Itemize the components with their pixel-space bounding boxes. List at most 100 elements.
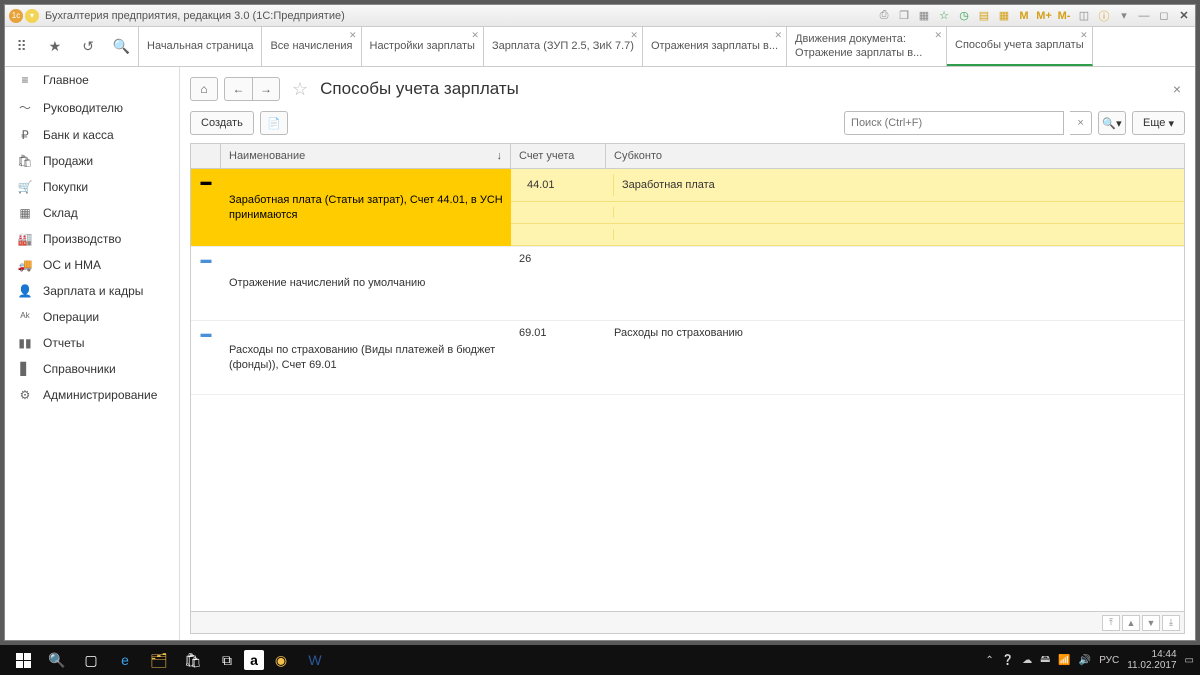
tb-info-icon[interactable]: ⓘ: [1097, 9, 1111, 23]
app-a-icon[interactable]: a: [244, 650, 264, 670]
tb-info-drop[interactable]: ▾: [1117, 9, 1131, 23]
tab-doc-movements[interactable]: Движения документа: Отражение зарплаты в…: [787, 27, 947, 66]
tb-cal-icon[interactable]: ▦: [997, 9, 1011, 23]
minimize-icon[interactable]: —: [1137, 9, 1151, 23]
tab-close-icon[interactable]: ✕: [1080, 30, 1088, 41]
taskview-icon[interactable]: ▢: [74, 645, 108, 675]
tab-close-icon[interactable]: ✕: [934, 30, 942, 41]
col-account[interactable]: Счет учета: [511, 144, 606, 168]
col-name[interactable]: Наименование↓: [221, 144, 511, 168]
sidebar-item-assets[interactable]: 🚚ОС и НМА: [5, 252, 179, 278]
tab-close-icon[interactable]: ✕: [630, 30, 638, 41]
explorer-icon[interactable]: 🗂: [142, 645, 176, 675]
lang-indicator[interactable]: РУС: [1099, 655, 1119, 666]
tb-icon-print[interactable]: ⎙: [877, 9, 891, 23]
table-body: ▬ Заработная плата (Статьи затрат), Счет…: [191, 169, 1184, 611]
clock[interactable]: 14:44 11.02.2017: [1127, 649, 1176, 671]
tb-clock-icon[interactable]: ◷: [957, 9, 971, 23]
tray-up-icon[interactable]: ⌃: [985, 655, 993, 666]
store-icon[interactable]: 🛍: [176, 645, 210, 675]
tab-reflections[interactable]: Отражения зарплаты в...✕: [643, 27, 787, 66]
scroll-bottom-icon[interactable]: ⤓: [1162, 615, 1180, 631]
sidebar: ≡Главное 〜Руководителю ₽Банк и касса 🛍Пр…: [5, 67, 180, 640]
volume-icon[interactable]: 🔊: [1079, 655, 1091, 666]
app-icon-dropdown[interactable]: ▾: [25, 9, 39, 23]
tb-m-icon[interactable]: M: [1017, 9, 1031, 23]
sidebar-item-purchases[interactable]: 🛒Покупки: [5, 174, 179, 200]
scroll-up-icon[interactable]: ▲: [1122, 615, 1140, 631]
sidebar-label: Администрирование: [43, 388, 157, 402]
tb-mplus-icon[interactable]: M+: [1037, 9, 1051, 23]
favorite-icon[interactable]: ★: [46, 38, 64, 55]
sidebar-item-hr[interactable]: 👤 Зарплата и кадры: [5, 278, 179, 304]
sidebar-item-sales[interactable]: 🛍Продажи: [5, 148, 179, 174]
sidebar-label: Справочники: [43, 362, 116, 376]
tab-close-icon[interactable]: ✕: [349, 30, 357, 41]
back-button[interactable]: ←: [224, 77, 252, 101]
notifications-icon[interactable]: ▭: [1185, 655, 1194, 666]
scroll-top-icon[interactable]: ⤒: [1102, 615, 1120, 631]
maximize-icon[interactable]: ◻: [1157, 9, 1171, 23]
home-button[interactable]: ⌂: [190, 77, 218, 101]
tab-close-icon[interactable]: ✕: [774, 30, 782, 41]
page-close-icon[interactable]: ×: [1169, 81, 1185, 97]
help-icon[interactable]: ❔: [1002, 655, 1014, 666]
drive-icon[interactable]: 🖴: [1040, 652, 1050, 669]
tab-close-icon[interactable]: ✕: [471, 30, 479, 41]
bars-icon: ▮▮: [17, 336, 33, 350]
tab-start[interactable]: Начальная страница: [139, 27, 262, 66]
table-row[interactable]: ▬ Расходы по страхованию (Виды платежей …: [191, 321, 1184, 395]
edge-icon[interactable]: e: [108, 645, 142, 675]
tab-salary-methods[interactable]: Способы учета зарплаты✕: [947, 27, 1093, 66]
sidebar-item-operations[interactable]: ᴬᵏОперации: [5, 304, 179, 330]
forward-button[interactable]: →: [252, 77, 280, 101]
apps-icon[interactable]: ⠿: [13, 38, 31, 55]
close-icon[interactable]: ✕: [1177, 9, 1191, 23]
tab-salary-settings[interactable]: Настройки зарплаты✕: [362, 27, 484, 66]
person-icon: 👤: [17, 284, 33, 298]
search-clear-icon[interactable]: ×: [1070, 111, 1092, 135]
tb-icon-grid[interactable]: ▦: [917, 9, 931, 23]
onedrive-icon[interactable]: ☁: [1022, 655, 1032, 666]
sidebar-label: Зарплата и кадры: [43, 284, 143, 298]
create-button[interactable]: Создать: [190, 111, 254, 135]
copy-button[interactable]: 📄: [260, 111, 288, 135]
tb-star-icon[interactable]: ☆: [937, 9, 951, 23]
scroll-down-icon[interactable]: ▼: [1142, 615, 1160, 631]
sidebar-item-main[interactable]: ≡Главное: [5, 67, 179, 93]
table-row[interactable]: ▬ Отражение начислений по умолчанию 26: [191, 247, 1184, 321]
sidebar-item-catalogs[interactable]: ▋Справочники: [5, 356, 179, 382]
favorite-toggle-icon[interactable]: ☆: [292, 79, 308, 100]
col-subconto[interactable]: Субконто: [606, 144, 1184, 168]
dropbox-icon[interactable]: ⧉: [210, 645, 244, 675]
search-input[interactable]: [844, 111, 1064, 135]
network-icon[interactable]: 📶: [1058, 655, 1070, 666]
search-taskbar-icon[interactable]: 🔍: [40, 645, 74, 675]
more-button[interactable]: Еще ▾: [1132, 111, 1185, 135]
col-icon[interactable]: [191, 144, 221, 168]
tb-calc-icon[interactable]: ▤: [977, 9, 991, 23]
search-icon[interactable]: 🔍: [112, 38, 130, 55]
word-icon[interactable]: W: [298, 645, 332, 675]
tab-salary-zup[interactable]: Зарплата (ЗУП 2.5, ЗиК 7.7)✕: [484, 27, 643, 66]
sidebar-item-production[interactable]: 🏭Производство: [5, 226, 179, 252]
boxes-icon: ▦: [17, 206, 33, 220]
tab-accruals[interactable]: Все начисления✕: [262, 27, 361, 66]
bag-icon: 🛍: [17, 154, 33, 168]
history-icon[interactable]: ↺: [79, 38, 97, 55]
search-menu-button[interactable]: 🔍▾: [1098, 111, 1126, 135]
sidebar-item-bank[interactable]: ₽Банк и касса: [5, 122, 179, 148]
tb-panel-icon[interactable]: ◫: [1077, 9, 1091, 23]
sidebar-item-admin[interactable]: ⚙Администрирование: [5, 382, 179, 408]
table-row[interactable]: ▬ Заработная плата (Статьи затрат), Счет…: [191, 169, 1184, 247]
start-button[interactable]: [6, 645, 40, 675]
table-footer: ⤒ ▲ ▼ ⤓: [191, 611, 1184, 633]
sidebar-item-reports[interactable]: ▮▮Отчеты: [5, 330, 179, 356]
system-tray: ⌃ ❔ ☁ 🖴 📶 🔊 РУС 14:44 11.02.2017 ▭: [985, 649, 1194, 671]
sidebar-item-warehouse[interactable]: ▦Склад: [5, 200, 179, 226]
sidebar-item-manager[interactable]: 〜Руководителю: [5, 93, 179, 122]
tb-icon-copy[interactable]: ❐: [897, 9, 911, 23]
tb-mminus-icon[interactable]: M-: [1057, 9, 1071, 23]
table-header: Наименование↓ Счет учета Субконто: [191, 144, 1184, 169]
1c-taskbar-icon[interactable]: ◉: [264, 645, 298, 675]
